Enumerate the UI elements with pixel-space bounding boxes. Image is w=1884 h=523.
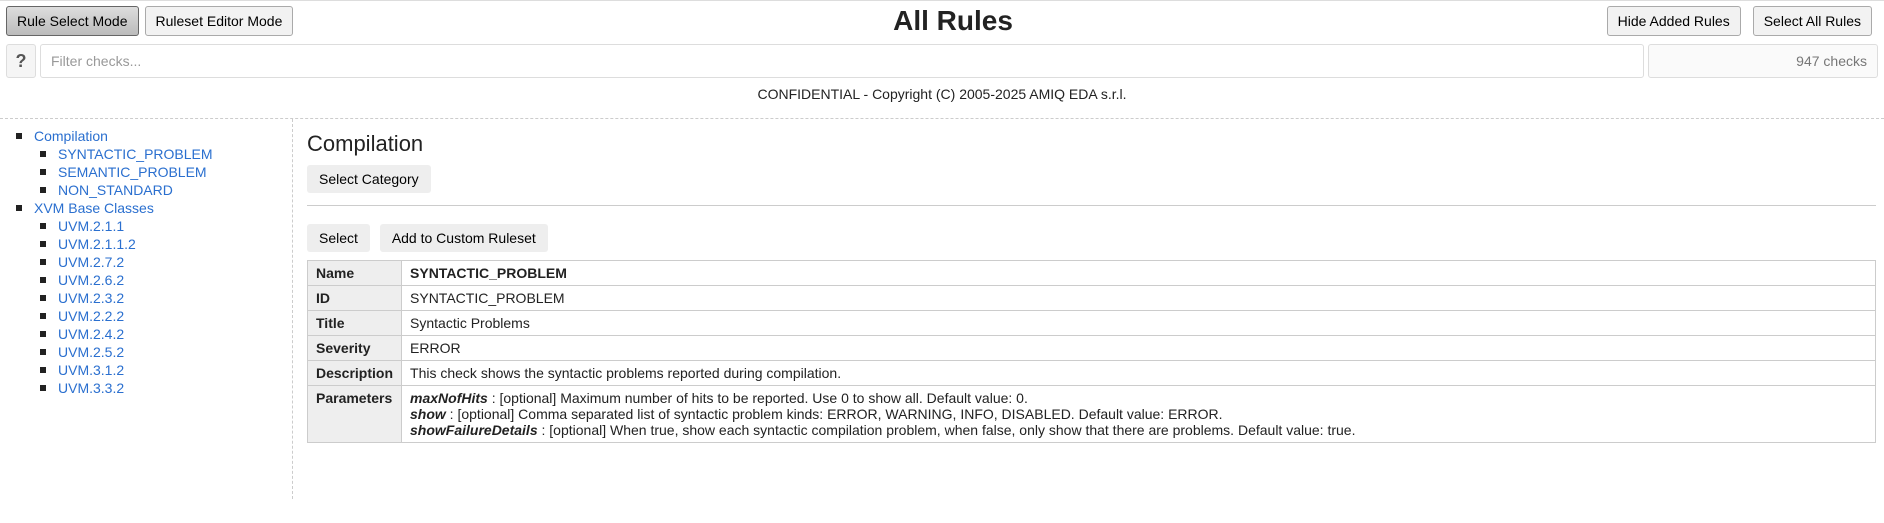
tree-item-label: UVM.2.1.1.2 <box>58 236 136 252</box>
tree-item[interactable]: UVM.2.1.1.2 <box>6 235 292 253</box>
th-title: Title <box>308 311 402 336</box>
sidebar: Compilation SYNTACTIC_PROBLEM SEMANTIC_P… <box>0 119 293 499</box>
tree-group-xvm[interactable]: XVM Base Classes <box>6 199 292 217</box>
td-name: SYNTACTIC_PROBLEM <box>402 261 1876 286</box>
tree-item[interactable]: UVM.2.2.2 <box>6 307 292 325</box>
hide-added-rules-button[interactable]: Hide Added Rules <box>1607 6 1741 36</box>
tree-item-label: UVM.2.1.1 <box>58 218 124 234</box>
table-row: Name SYNTACTIC_PROBLEM <box>308 261 1876 286</box>
td-title: Syntactic Problems <box>402 311 1876 336</box>
td-parameters: maxNofHits : [optional] Maximum number o… <box>402 386 1876 443</box>
param-desc: : [optional] Comma separated list of syn… <box>446 406 1223 422</box>
tree-group-label: XVM Base Classes <box>34 200 154 216</box>
param-name: showFailureDetails <box>410 422 538 438</box>
tree-item-label: NON_STANDARD <box>58 182 173 198</box>
select-all-rules-button[interactable]: Select All Rules <box>1753 6 1872 36</box>
tree-item-label: SYNTACTIC_PROBLEM <box>58 146 213 162</box>
param-name: show <box>410 406 446 422</box>
bullet-icon <box>40 349 46 355</box>
bullet-icon <box>40 169 46 175</box>
tree-item-label: UVM.2.7.2 <box>58 254 124 270</box>
param-line: show : [optional] Comma separated list o… <box>410 406 1867 422</box>
tree-item[interactable]: UVM.2.5.2 <box>6 343 292 361</box>
select-category-button[interactable]: Select Category <box>307 165 431 193</box>
rule-detail-table: Name SYNTACTIC_PROBLEM ID SYNTACTIC_PROB… <box>307 260 1876 443</box>
bullet-icon <box>40 295 46 301</box>
tree-group-compilation[interactable]: Compilation <box>6 127 292 145</box>
tree-item[interactable]: UVM.2.6.2 <box>6 271 292 289</box>
select-button[interactable]: Select <box>307 224 370 252</box>
bullet-icon <box>40 151 46 157</box>
filter-bar: ? 947 checks <box>0 42 1884 80</box>
tree-item[interactable]: NON_STANDARD <box>6 181 292 199</box>
copyright-text: CONFIDENTIAL - Copyright (C) 2005-2025 A… <box>0 80 1884 112</box>
param-name: maxNofHits <box>410 390 488 406</box>
tree-item[interactable]: UVM.2.7.2 <box>6 253 292 271</box>
table-row: Description This check shows the syntact… <box>308 361 1876 386</box>
table-row: Severity ERROR <box>308 336 1876 361</box>
tree-item[interactable]: SEMANTIC_PROBLEM <box>6 163 292 181</box>
bullet-icon <box>40 259 46 265</box>
tree-item-label: UVM.2.3.2 <box>58 290 124 306</box>
bullet-icon <box>40 277 46 283</box>
tree-item-label: UVM.2.6.2 <box>58 272 124 288</box>
rule-tree: Compilation SYNTACTIC_PROBLEM SEMANTIC_P… <box>6 127 292 397</box>
hr <box>307 205 1876 206</box>
td-description: This check shows the syntactic problems … <box>402 361 1876 386</box>
bullet-icon <box>40 331 46 337</box>
bullet-icon <box>16 133 22 139</box>
tree-item-label: UVM.2.5.2 <box>58 344 124 360</box>
add-to-custom-ruleset-button[interactable]: Add to Custom Ruleset <box>380 224 548 252</box>
tree-item[interactable]: UVM.3.1.2 <box>6 361 292 379</box>
bullet-icon <box>40 241 46 247</box>
checks-count: 947 checks <box>1648 44 1878 78</box>
page-title: All Rules <box>299 5 1606 37</box>
th-description: Description <box>308 361 402 386</box>
tree-item[interactable]: UVM.2.3.2 <box>6 289 292 307</box>
tree-item[interactable]: SYNTACTIC_PROBLEM <box>6 145 292 163</box>
topbar: Rule Select Mode Ruleset Editor Mode All… <box>0 0 1884 42</box>
tree-item-label: UVM.2.2.2 <box>58 308 124 324</box>
help-button[interactable]: ? <box>6 44 36 78</box>
tree-item-label: UVM.3.3.2 <box>58 380 124 396</box>
td-id: SYNTACTIC_PROBLEM <box>402 286 1876 311</box>
tree-item[interactable]: UVM.2.4.2 <box>6 325 292 343</box>
tree-item[interactable]: UVM.3.3.2 <box>6 379 292 397</box>
rule-select-mode-button[interactable]: Rule Select Mode <box>6 6 139 36</box>
bullet-icon <box>40 313 46 319</box>
tree-group-label: Compilation <box>34 128 108 144</box>
main: Compilation SYNTACTIC_PROBLEM SEMANTIC_P… <box>0 119 1884 499</box>
param-line: showFailureDetails : [optional] When tru… <box>410 422 1867 438</box>
th-id: ID <box>308 286 402 311</box>
param-desc: : [optional] Maximum number of hits to b… <box>488 390 1028 406</box>
bullet-icon <box>16 205 22 211</box>
td-severity: ERROR <box>402 336 1876 361</box>
bullet-icon <box>40 187 46 193</box>
tree-item[interactable]: UVM.2.1.1 <box>6 217 292 235</box>
filter-checks-input[interactable] <box>40 44 1644 78</box>
table-row: ID SYNTACTIC_PROBLEM <box>308 286 1876 311</box>
th-severity: Severity <box>308 336 402 361</box>
category-title: Compilation <box>307 131 1876 157</box>
ruleset-editor-mode-button[interactable]: Ruleset Editor Mode <box>145 6 294 36</box>
table-row: Parameters maxNofHits : [optional] Maxim… <box>308 386 1876 443</box>
tree-item-label: UVM.2.4.2 <box>58 326 124 342</box>
param-line: maxNofHits : [optional] Maximum number o… <box>410 390 1867 406</box>
bullet-icon <box>40 223 46 229</box>
param-desc: : [optional] When true, show each syntac… <box>538 422 1356 438</box>
tree-item-label: SEMANTIC_PROBLEM <box>58 164 207 180</box>
bullet-icon <box>40 385 46 391</box>
bullet-icon <box>40 367 46 373</box>
content: Compilation Select Category Select Add t… <box>293 119 1884 499</box>
tree-item-label: UVM.3.1.2 <box>58 362 124 378</box>
table-row: Title Syntactic Problems <box>308 311 1876 336</box>
th-parameters: Parameters <box>308 386 402 443</box>
th-name: Name <box>308 261 402 286</box>
